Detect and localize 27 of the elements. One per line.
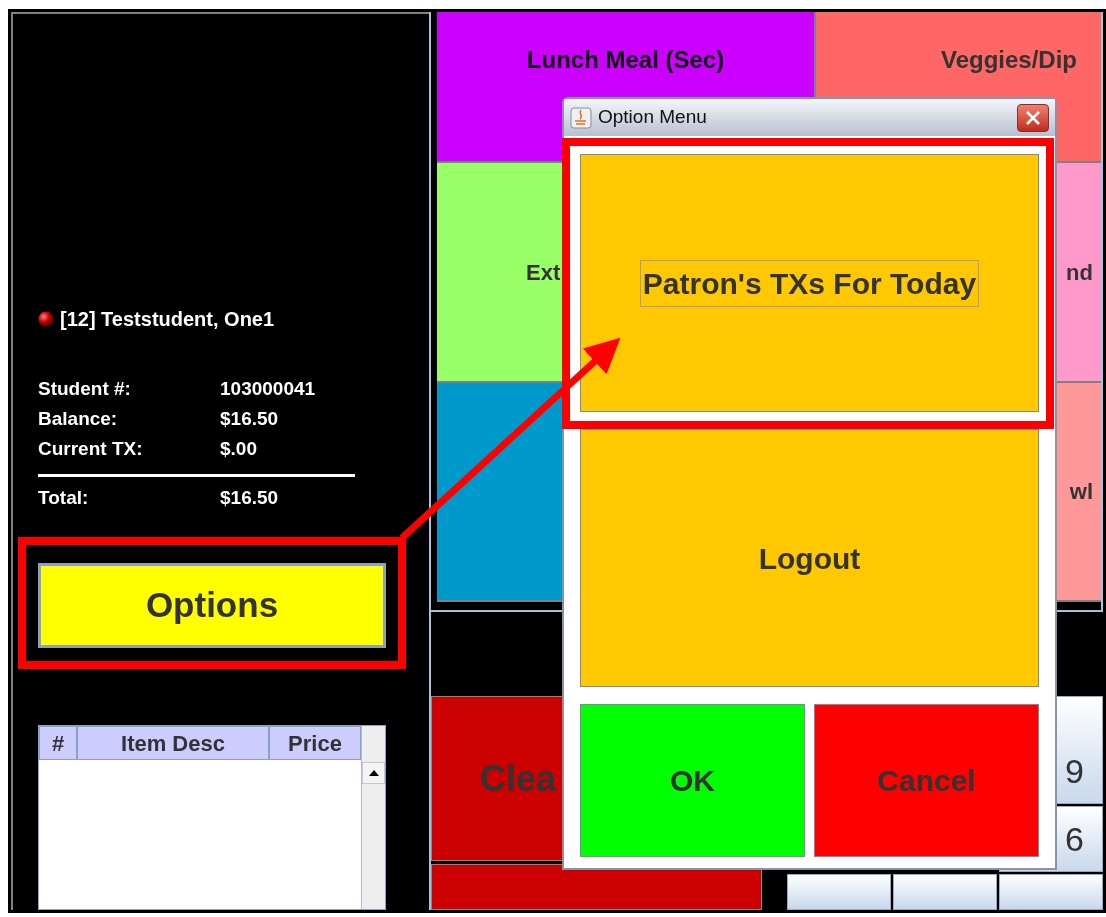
- scroll-up-icon: [368, 770, 379, 776]
- keypad-key[interactable]: [787, 874, 891, 910]
- column-header[interactable]: #: [39, 726, 77, 760]
- total-value: $16.50: [220, 486, 279, 510]
- close-button[interactable]: [1017, 103, 1049, 132]
- student-name: [12] Teststudent, One1: [60, 307, 275, 332]
- info-label: Student #:: [38, 377, 132, 401]
- action-tile[interactable]: [431, 864, 762, 910]
- status-dot-icon: [38, 311, 54, 327]
- info-value: $.00: [220, 437, 257, 461]
- info-value: 103000041: [220, 377, 316, 401]
- column-header[interactable]: Price: [269, 726, 361, 760]
- keypad-key[interactable]: [999, 874, 1103, 910]
- app-icon: [570, 106, 592, 129]
- info-value: $16.50: [220, 407, 279, 431]
- info-label: Current TX:: [38, 437, 144, 461]
- window-title: Option Menu: [598, 105, 708, 130]
- info-label: Balance:: [38, 407, 119, 431]
- dialog-button[interactable]: Patron's TXs For Today: [580, 154, 1039, 412]
- total-label: Total:: [38, 486, 90, 510]
- keypad-key[interactable]: [893, 874, 997, 910]
- scrollbar[interactable]: [361, 726, 385, 909]
- column-header[interactable]: Item Desc: [77, 726, 269, 760]
- options-button[interactable]: Options: [38, 563, 386, 648]
- dialog-button[interactable]: OK: [580, 704, 805, 857]
- dialog-button[interactable]: Logout: [580, 429, 1039, 687]
- close-icon: [1025, 109, 1041, 126]
